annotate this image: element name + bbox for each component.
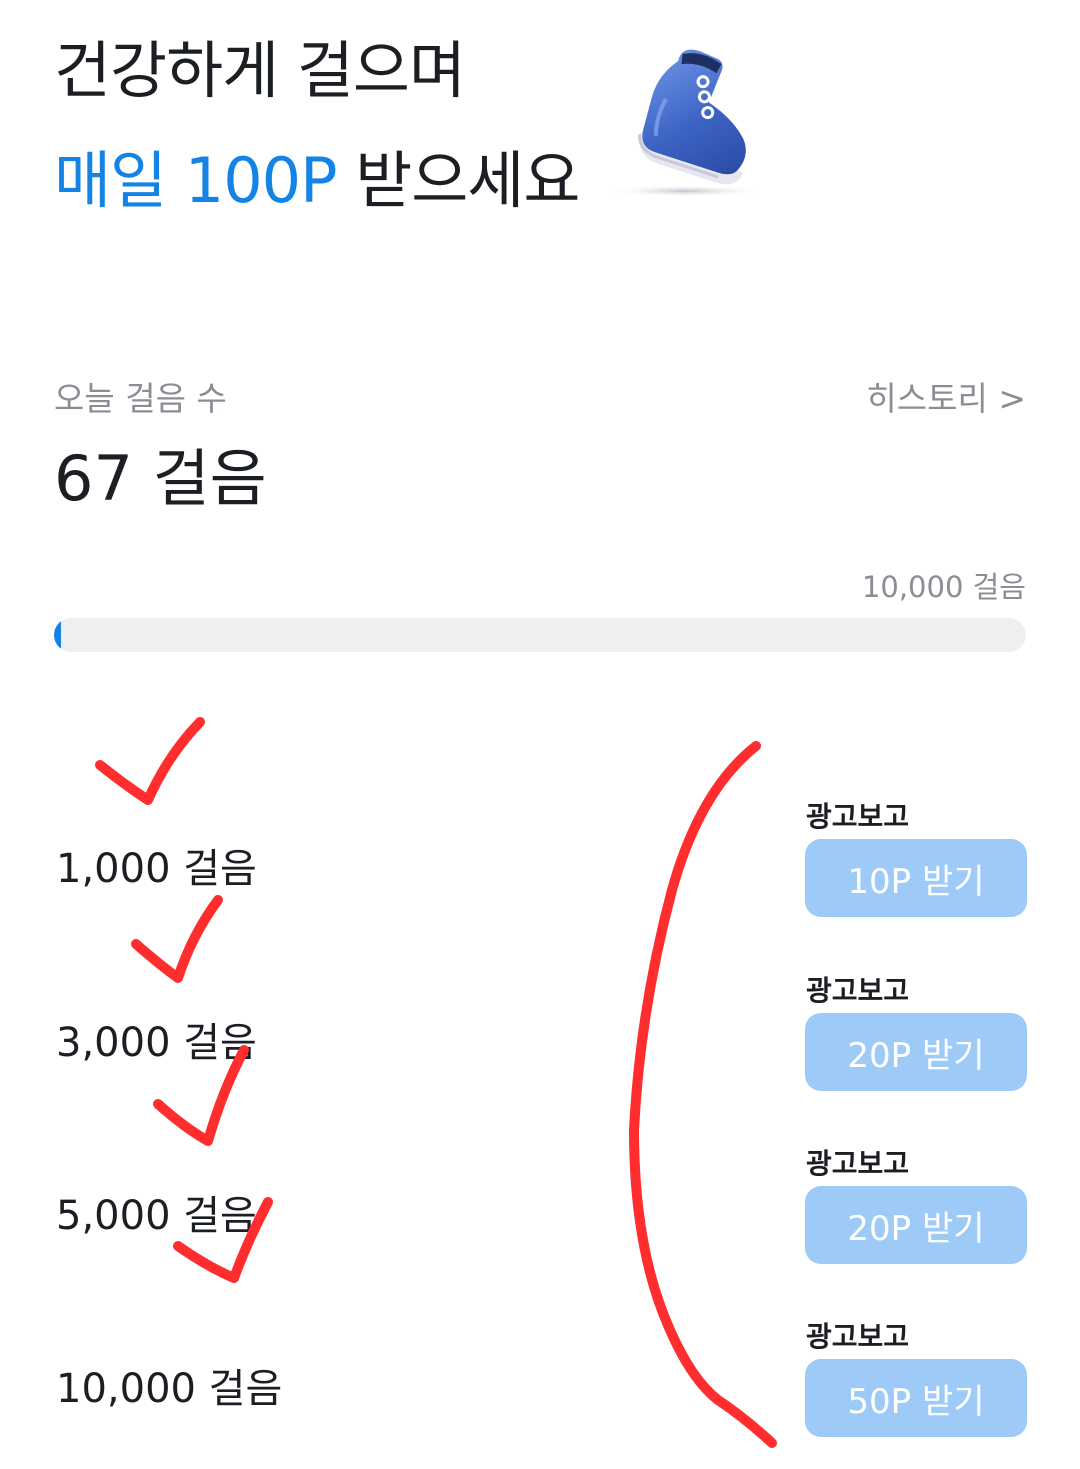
progress-fill [54,618,61,652]
blue-sneaker-icon [605,49,765,197]
ad-caption: 광고보고 [806,1320,910,1353]
headline-line-1: 건강하게 걸으며 [54,34,466,107]
milestone-label: 1,000 걸음 [56,846,257,892]
bracket-annotation [629,741,777,1448]
ad-caption: 광고보고 [806,800,910,833]
progress-bar [54,618,1026,652]
reward-button-20p[interactable]: 20P 받기 [805,1186,1027,1264]
checkmark-annotation [95,717,205,805]
headline-accent: 매일 100P [54,144,338,217]
ad-caption: 광고보고 [806,1147,910,1180]
today-steps-label: 오늘 걸음 수 [54,379,227,418]
step-count: 67 걸음 [54,442,267,515]
milestone-label: 3,000 걸음 [56,1020,257,1066]
ad-caption: 광고보고 [806,974,910,1007]
goal-label: 10,000 걸음 [861,570,1026,604]
reward-button-10p[interactable]: 10P 받기 [805,839,1027,917]
reward-button-50p[interactable]: 50P 받기 [805,1359,1027,1437]
reward-button-20p[interactable]: 20P 받기 [805,1013,1027,1091]
milestone-label: 10,000 걸음 [56,1366,283,1412]
headline-rest: 받으세요 [336,144,580,217]
headline-line-2: 매일 100P 받으세요 [54,150,580,212]
history-link[interactable]: 히스토리 > [866,372,1026,420]
checkmark-annotation [131,895,223,983]
milestone-label: 5,000 걸음 [56,1193,257,1239]
